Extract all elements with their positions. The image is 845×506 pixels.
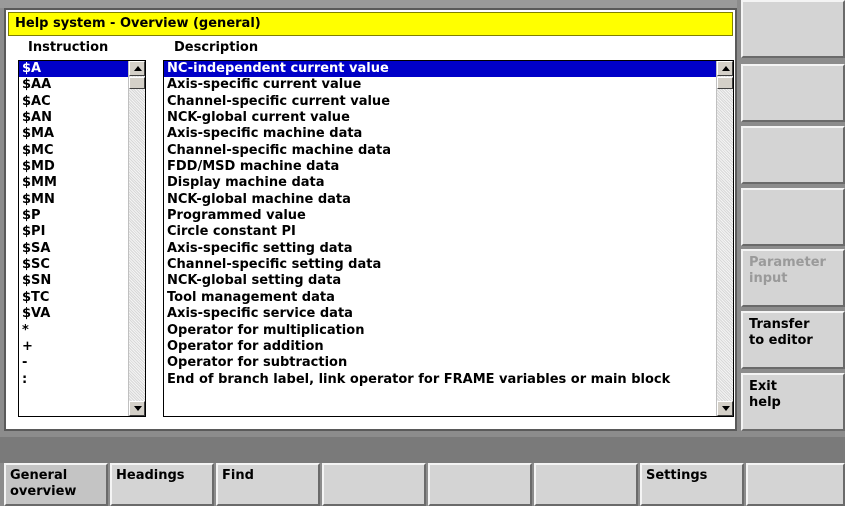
horizontal-softkey-4[interactable] [322,463,426,506]
description-item[interactable]: Channel-specific current value [164,94,733,110]
vertical-softkey-4[interactable] [741,188,845,246]
description-item[interactable]: Tool management data [164,290,733,306]
description-item[interactable]: Axis-specific service data [164,306,733,322]
arrow-down-icon [722,406,730,411]
instruction-item[interactable]: $TC [19,290,145,306]
description-scroll-thumb[interactable] [717,77,733,89]
description-item[interactable]: Operator for subtraction [164,355,733,371]
instruction-item[interactable]: $VA [19,306,145,322]
vertical-softkey-5[interactable]: Parameter input [741,249,845,307]
horizontal-softkey-8[interactable] [746,463,845,506]
instruction-item[interactable]: $SA [19,241,145,257]
description-item[interactable]: NC-independent current value [164,61,733,78]
description-item[interactable]: Operator for addition [164,339,733,355]
arrow-up-icon [722,66,730,71]
description-item[interactable]: Channel-specific setting data [164,257,733,273]
description-item[interactable]: Axis-specific setting data [164,241,733,257]
vertical-softkey-1[interactable] [741,0,845,58]
help-dialog: Help system - Overview (general) Instruc… [4,8,737,431]
instruction-item[interactable]: $MC [19,143,145,159]
description-item[interactable]: Channel-specific machine data [164,143,733,159]
instruction-item[interactable]: $MD [19,159,145,175]
instruction-column-header: Instruction [28,40,109,55]
horizontal-softkey-3[interactable]: Find [216,463,320,506]
description-scroll-down-button[interactable] [717,401,733,416]
arrow-up-icon [134,66,142,71]
dialog-status-line [18,419,734,429]
top-strip [0,0,737,8]
description-item[interactable]: NCK-global current value [164,110,733,126]
description-item[interactable]: NCK-global setting data [164,273,733,289]
instruction-item[interactable]: $MM [19,175,145,191]
softkey-separator-bar [0,437,845,463]
vertical-softkey-6[interactable]: Transfer to editor [741,311,845,369]
description-item[interactable]: Operator for multiplication [164,323,733,339]
instruction-item[interactable]: $P [19,208,145,224]
horizontal-softkey-7[interactable]: Settings [640,463,744,506]
horizontal-softkey-5[interactable] [428,463,532,506]
instruction-item[interactable]: $SC [19,257,145,273]
instruction-item[interactable]: $A [19,61,145,78]
vertical-softkey-7[interactable]: Exit help [741,373,845,431]
instruction-item[interactable]: $MA [19,126,145,142]
horizontal-softkey-1[interactable]: General overview [4,463,108,506]
description-list[interactable]: NC-independent current value Axis-specifi… [163,60,734,417]
instruction-item[interactable]: $AC [19,94,145,110]
instruction-item[interactable]: + [19,339,145,355]
instruction-item[interactable]: $MN [19,192,145,208]
instruction-list[interactable]: $A $AA $AC $AN $MA $MC $MD $MM $MN $P $PI $SA $SC $SN… [18,60,146,417]
description-item[interactable]: NCK-global machine data [164,192,733,208]
description-scroll-up-button[interactable] [717,61,733,76]
description-item[interactable]: FDD/MSD machine data [164,159,733,175]
instruction-item[interactable]: $AN [19,110,145,126]
description-item[interactable]: Programmed value [164,208,733,224]
vertical-softkey-2[interactable] [741,64,845,122]
description-item[interactable]: Circle constant PI [164,224,733,240]
description-item[interactable]: Axis-specific current value [164,77,733,93]
arrow-down-icon [134,406,142,411]
description-rows: NC-independent current value Axis-specifi… [164,61,733,388]
horizontal-softkey-2[interactable]: Headings [110,463,214,506]
instruction-item[interactable]: - [19,355,145,371]
instruction-scroll-up-button[interactable] [129,61,145,76]
instruction-item[interactable]: $SN [19,273,145,289]
instruction-scroll-down-button[interactable] [129,401,145,416]
vertical-softkey-3[interactable] [741,126,845,184]
instruction-scroll-thumb[interactable] [129,77,145,89]
horizontal-softkey-6[interactable] [534,463,638,506]
instruction-scrollbar[interactable] [128,61,145,416]
description-scrollbar[interactable] [716,61,733,416]
instruction-item[interactable]: * [19,323,145,339]
instruction-rows: $A $AA $AC $AN $MA $MC $MD $MM $MN $P $PI $SA $SC $SN… [19,61,145,388]
instruction-item[interactable]: $AA [19,77,145,93]
dialog-title: Help system - Overview (general) [8,12,733,36]
instruction-item[interactable]: : [19,372,145,388]
description-column-header: Description [174,40,259,55]
description-item[interactable]: End of branch label, link operator for F… [164,372,733,388]
description-item[interactable]: Display machine data [164,175,733,191]
description-item[interactable]: Axis-specific machine data [164,126,733,142]
instruction-item[interactable]: $PI [19,224,145,240]
